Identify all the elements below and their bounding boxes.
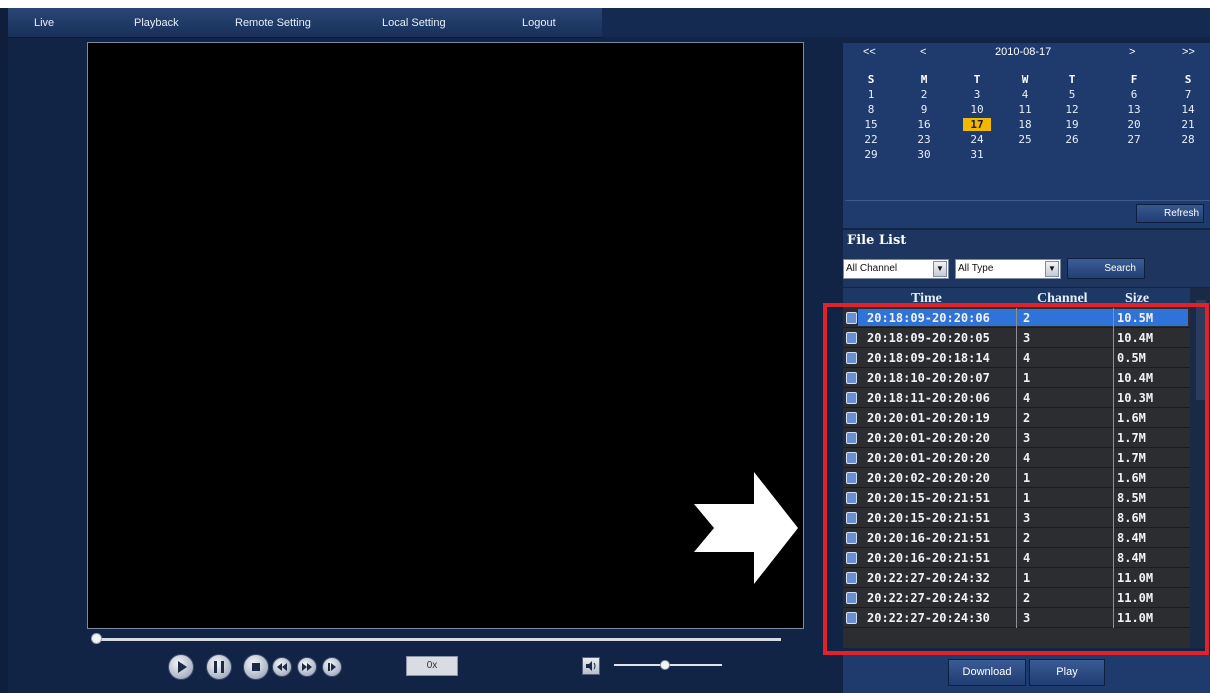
calendar-day[interactable]: 13 [1120, 103, 1148, 116]
calendar-day[interactable]: 21 [1174, 118, 1202, 131]
top-nav-bar: Live Playback Remote Setting Local Setti… [8, 8, 602, 38]
calendar-day[interactable]: 18 [1011, 118, 1039, 131]
slow-button[interactable] [272, 657, 292, 677]
nav-playback[interactable]: Playback [134, 17, 179, 29]
arrow-annotation-icon [694, 472, 798, 584]
play-icon [178, 661, 187, 673]
calendar-day[interactable]: 7 [1174, 88, 1202, 101]
calendar-weekday: S [867, 73, 875, 86]
fast-button[interactable] [297, 657, 317, 677]
left-frame [0, 8, 8, 693]
play-button[interactable] [168, 654, 194, 680]
chevron-down-icon[interactable]: ▼ [933, 261, 947, 277]
calendar-day[interactable]: 22 [857, 133, 885, 146]
calendar-day[interactable]: 20 [1120, 118, 1148, 131]
calendar-day[interactable]: 9 [910, 103, 938, 116]
calendar-day[interactable]: 30 [910, 148, 938, 161]
file-list-title: File List [847, 233, 907, 248]
calendar-day[interactable]: 1 [857, 88, 885, 101]
nav-live[interactable]: Live [34, 17, 54, 29]
calendar-day[interactable]: 17 [963, 118, 991, 131]
calendar-day[interactable]: 29 [857, 148, 885, 161]
calendar-weekday: T [973, 73, 981, 86]
header-filler [602, 8, 1210, 37]
fast-forward-icon [302, 663, 312, 671]
calendar-day[interactable]: 11 [1011, 103, 1039, 116]
calendar-day[interactable]: 8 [857, 103, 885, 116]
calendar-day[interactable]: 4 [1011, 88, 1039, 101]
calendar-day[interactable]: 12 [1058, 103, 1086, 116]
calendar-weekday: M [920, 73, 928, 86]
volume-button[interactable] [582, 657, 600, 675]
step-icon [328, 663, 336, 671]
nav-local-setting[interactable]: Local Setting [382, 17, 446, 29]
search-button[interactable]: Search [1067, 258, 1145, 279]
seek-bar[interactable] [95, 638, 781, 641]
action-bar [843, 655, 1210, 693]
calendar-day[interactable]: 5 [1058, 88, 1086, 101]
calendar-day[interactable]: 10 [963, 103, 991, 116]
calendar-day[interactable]: 25 [1011, 133, 1039, 146]
nav-logout[interactable]: Logout [522, 17, 556, 29]
download-button[interactable]: Download [948, 659, 1026, 686]
play-file-button[interactable]: Play [1029, 659, 1105, 686]
calendar-prev-year[interactable]: << [863, 46, 876, 58]
calendar-day[interactable]: 14 [1174, 103, 1202, 116]
calendar-day[interactable]: 26 [1058, 133, 1086, 146]
calendar-weekday: S [1184, 73, 1192, 86]
calendar-date: 2010-08-17 [995, 46, 1052, 58]
highlight-annotation-box [823, 303, 1209, 655]
calendar-day[interactable]: 15 [857, 118, 885, 131]
nav-remote-setting[interactable]: Remote Setting [235, 17, 311, 29]
calendar-divider [845, 200, 1210, 201]
calendar-next-month[interactable]: > [1129, 46, 1135, 58]
calendar-day[interactable]: 16 [910, 118, 938, 131]
calendar-day[interactable]: 23 [910, 133, 938, 146]
calendar-day[interactable]: 24 [963, 133, 991, 146]
calendar-day[interactable]: 31 [963, 148, 991, 161]
channel-select[interactable]: All Channel ▼ [843, 259, 949, 279]
refresh-button[interactable]: Refresh [1136, 204, 1204, 223]
calendar-weekday: T [1068, 73, 1076, 86]
calendar-weekday: W [1021, 73, 1029, 86]
calendar-day[interactable]: 6 [1120, 88, 1148, 101]
type-select-value: All Type [958, 263, 994, 274]
speed-indicator: 0x [406, 656, 458, 676]
calendar-day[interactable]: 19 [1058, 118, 1086, 131]
channel-select-value: All Channel [846, 263, 898, 274]
chevron-down-icon[interactable]: ▼ [1045, 261, 1059, 277]
stop-button[interactable] [243, 654, 269, 680]
calendar-day[interactable]: 2 [910, 88, 938, 101]
type-select[interactable]: All Type ▼ [955, 259, 1061, 279]
volume-handle[interactable] [660, 660, 670, 670]
calendar-day[interactable]: 28 [1174, 133, 1202, 146]
calendar-day[interactable]: 27 [1120, 133, 1148, 146]
calendar-prev-month[interactable]: < [920, 46, 926, 58]
frame-step-button[interactable] [322, 657, 342, 677]
stop-icon [252, 663, 260, 671]
top-strip [0, 0, 1210, 8]
calendar-weekday: F [1130, 73, 1138, 86]
seek-handle[interactable] [91, 633, 102, 644]
calendar-next-year[interactable]: >> [1182, 46, 1195, 58]
speaker-icon [586, 661, 596, 671]
calendar-day[interactable]: 3 [963, 88, 991, 101]
pause-button[interactable] [206, 654, 232, 680]
pause-icon [214, 661, 224, 673]
rewind-icon [277, 663, 287, 671]
